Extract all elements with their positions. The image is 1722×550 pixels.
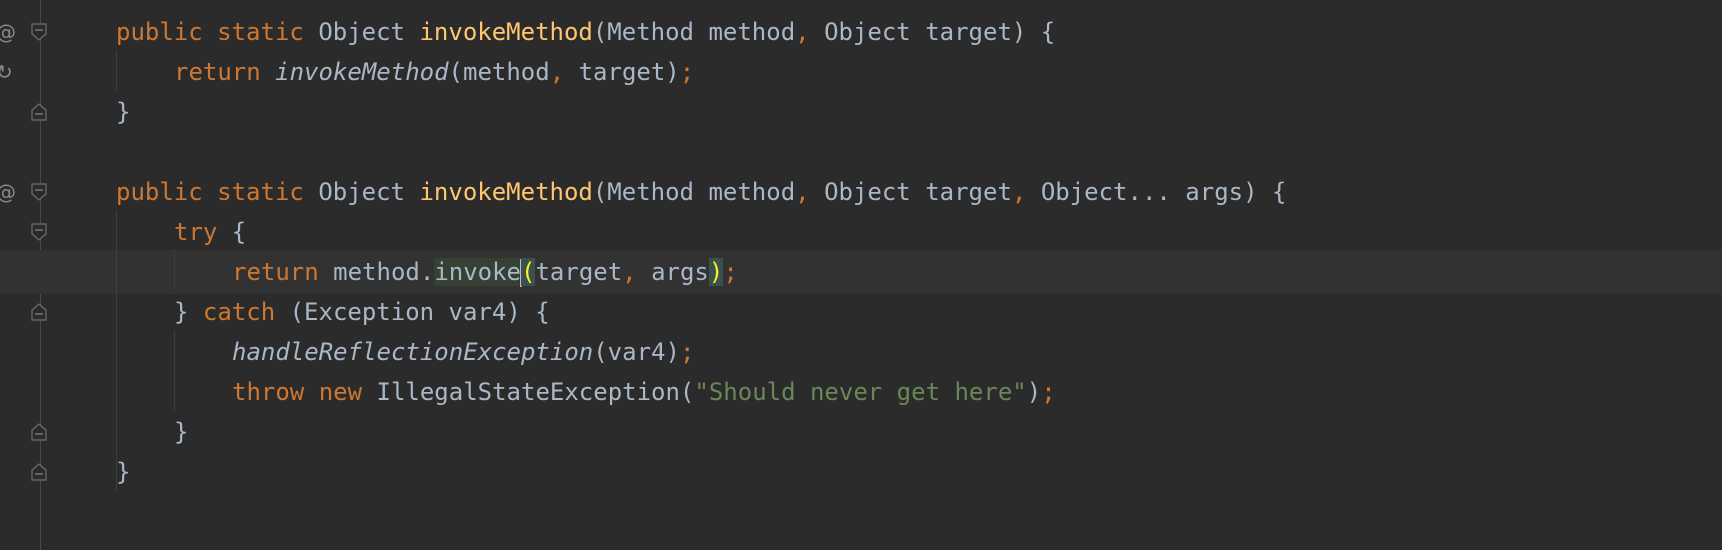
indent-guide [116,50,117,90]
code-line[interactable]: return invokeMethod(method, target); [0,50,1722,94]
fold-end-icon[interactable] [31,423,47,441]
code-token: "Should never get here" [694,378,1027,406]
code-token: Object target [824,178,1012,206]
code-token: Object... args) { [1040,178,1287,206]
code-line-text[interactable]: } [116,90,130,134]
code-line[interactable]: } [0,450,1722,494]
code-line-text[interactable]: throw new IllegalStateException("Should … [232,370,1056,414]
code-token: , [795,178,825,206]
code-token: } [174,298,203,326]
code-token: invokeMethod [419,18,593,46]
code-token: ; [1041,378,1056,406]
code-token: args [651,258,709,286]
code-line[interactable]: throw new IllegalStateException("Should … [0,370,1722,414]
code-token: , [549,58,579,86]
code-line[interactable]: public static Object invokeMethod(Method… [0,10,1722,54]
override-method-icon[interactable]: @ [0,170,16,214]
code-line[interactable]: try { [0,210,1722,254]
indent-guide [174,250,175,290]
fold-start-icon[interactable] [31,23,47,41]
code-line-text[interactable]: public static Object invokeMethod(Method… [116,10,1055,54]
code-token: Object target) { [824,18,1056,46]
code-line-text[interactable]: handleReflectionException(var4); [232,330,694,374]
indent-guide [174,330,175,410]
code-token: { [231,218,247,246]
code-token: public [116,18,218,46]
code-line-text[interactable]: return method.invoke(target, args); [232,250,738,294]
code-token: ; [679,338,695,366]
code-token: } [116,458,131,486]
code-token: (method [448,58,550,86]
code-token: ; [723,258,738,286]
code-line[interactable]: return method.invoke(target, args); [0,250,1722,294]
code-token: , [1011,178,1041,206]
code-line-text[interactable]: } [116,450,130,494]
code-token: (Exception var4) { [289,298,550,326]
code-token: return [174,58,276,86]
code-token: invoke [434,258,522,286]
code-token: static [217,18,319,46]
code-token: } [116,98,131,126]
code-line[interactable]: } catch (Exception var4) { [0,290,1722,334]
fold-start-icon[interactable] [31,183,47,201]
code-token: new [318,378,377,406]
code-line-text[interactable]: public static Object invokeMethod(Method… [116,170,1286,214]
code-line[interactable] [0,130,1722,174]
code-token: target [535,258,623,286]
code-token: (var4) [593,338,680,366]
code-line-text[interactable]: } [174,410,188,454]
code-token: try [174,218,232,246]
fold-end-icon[interactable] [31,103,47,121]
code-token: , [622,258,652,286]
code-token: throw [232,378,319,406]
code-line-text[interactable]: } catch (Exception var4) { [174,290,550,334]
fold-end-icon[interactable] [31,463,47,481]
code-token: ) [1026,378,1042,406]
fold-start-icon[interactable] [31,223,47,241]
code-line[interactable]: } [0,90,1722,134]
fold-end-icon[interactable] [31,303,47,321]
code-token: ( [521,258,536,286]
code-token: (Method method [592,18,796,46]
code-token: ; [679,58,695,86]
code-token: } [174,418,189,446]
code-token: , [795,18,825,46]
code-line[interactable]: } [0,410,1722,454]
code-token: IllegalStateException( [376,378,695,406]
code-token: public [116,178,218,206]
code-line[interactable]: public static Object invokeMethod(Method… [0,170,1722,214]
code-token: ) [708,258,724,286]
override-method-icon[interactable]: @ [0,10,16,54]
code-token: method. [333,258,435,286]
code-line-text[interactable]: return invokeMethod(method, target); [174,50,694,94]
code-editor[interactable]: public static Object invokeMethod(Method… [0,0,1722,550]
code-token: (Method method [592,178,796,206]
recursive-call-icon[interactable]: ↻ [0,50,13,94]
code-line-text[interactable]: try { [174,210,246,254]
code-token: handleReflectionException [232,338,594,366]
code-token: static [217,178,319,206]
code-token: invokeMethod [275,58,449,86]
code-token: target) [578,58,680,86]
code-token: Object [318,178,420,206]
code-token: invokeMethod [419,178,593,206]
code-line[interactable]: handleReflectionException(var4); [0,330,1722,374]
code-token: catch [202,298,290,326]
code-token: return [232,258,334,286]
indent-guide [116,210,117,490]
code-token: Object [318,18,420,46]
